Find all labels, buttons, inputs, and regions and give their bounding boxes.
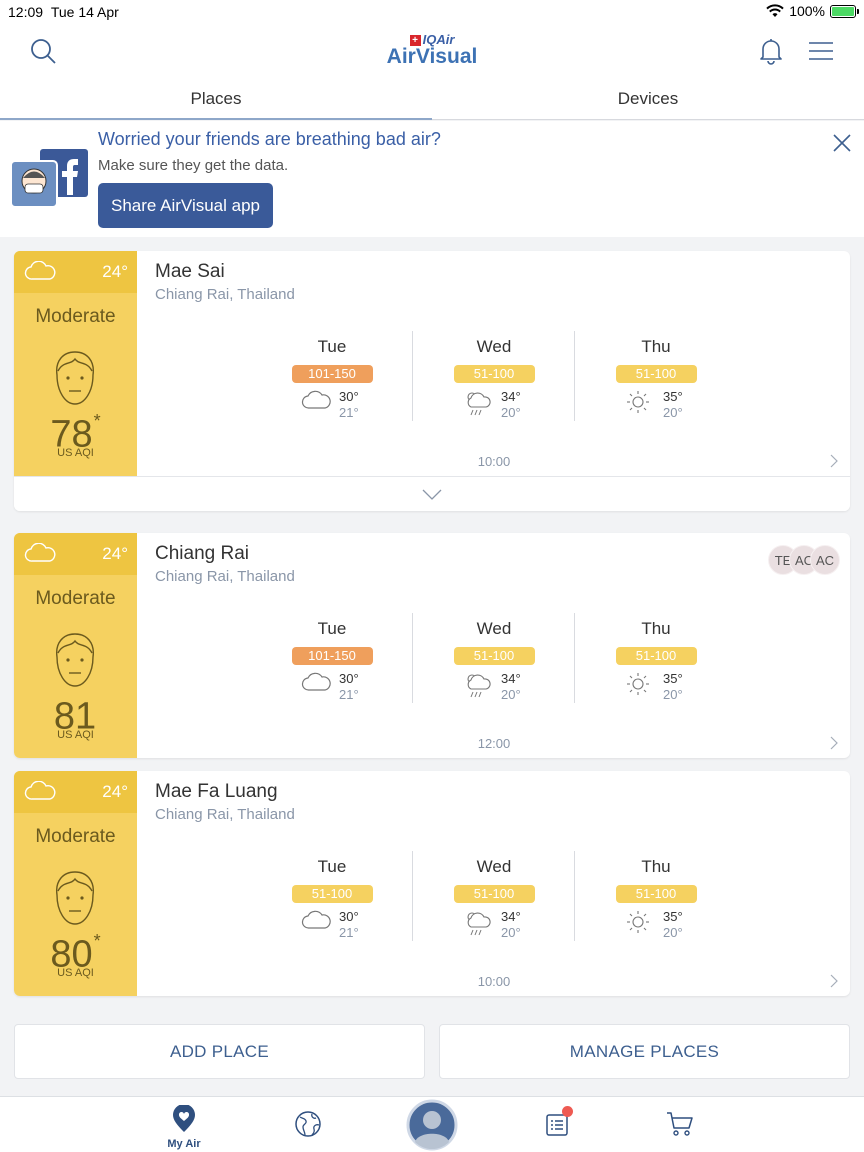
share-app-button[interactable]: Share AirVisual app xyxy=(98,183,273,228)
forecast-day: Wed 51-100 34° 20° xyxy=(413,613,575,703)
aqi-panel: 24° Moderate 78* US AQI xyxy=(14,251,137,476)
globe-icon xyxy=(295,1111,321,1137)
chevron-right-icon[interactable] xyxy=(830,974,838,988)
region-name: Chiang Rai, Thailand xyxy=(155,806,295,823)
heart-pin-icon xyxy=(173,1104,195,1132)
aqi-unit: US AQI xyxy=(57,729,94,741)
chevron-right-icon[interactable] xyxy=(830,454,838,468)
aqi-panel: 24° Moderate 81 US AQI xyxy=(14,533,137,758)
cloud-icon xyxy=(24,781,56,800)
rain-icon xyxy=(467,674,491,698)
aqi-level: Moderate xyxy=(35,588,116,609)
aqi-unit: US AQI xyxy=(57,967,94,979)
battery-percent: 100% xyxy=(789,3,825,19)
sun-icon xyxy=(627,391,649,413)
aqi-level: Moderate xyxy=(35,826,116,847)
forecast-day: Thu 51-100 35° 20° xyxy=(575,613,737,703)
close-icon[interactable] xyxy=(830,131,854,155)
place-card[interactable]: 24° Moderate 81 US AQI Chiang Rai Chiang… xyxy=(14,533,850,758)
city-name: Chiang Rai xyxy=(155,543,249,564)
app-header: + IQAir AirVisual xyxy=(0,24,864,80)
aqi-range-pill: 51-100 xyxy=(615,885,697,903)
update-time: 10:00 xyxy=(477,974,511,989)
forecast-day: Wed 51-100 34° 20° xyxy=(413,331,575,421)
banner-title: Worried your friends are breathing bad a… xyxy=(98,129,441,149)
tab-bar-top: Places Devices xyxy=(0,80,864,120)
tab-my-air[interactable]: My Air xyxy=(156,1104,212,1150)
aqi-level: Moderate xyxy=(35,306,116,327)
aqi-panel: 24° Moderate 80* US AQI xyxy=(14,771,137,996)
tab-places[interactable]: Places xyxy=(0,80,432,120)
sun-icon xyxy=(627,673,649,695)
face-icon xyxy=(56,633,94,687)
forecast-day: Wed 51-100 34° 20° xyxy=(413,851,575,941)
battery-icon xyxy=(830,4,859,18)
menu-icon[interactable] xyxy=(806,36,836,66)
cloud-icon xyxy=(301,910,331,929)
contributor-badges[interactable]: TE AC AC xyxy=(768,545,840,575)
status-time: 12:09 Tue 14 Apr xyxy=(8,4,119,20)
cloud-icon xyxy=(301,390,331,409)
share-banner: Worried your friends are breathing bad a… xyxy=(0,121,864,237)
chevron-right-icon[interactable] xyxy=(830,736,838,750)
status-bar: 12:09 Tue 14 Apr 100% xyxy=(0,0,864,24)
rain-icon xyxy=(467,912,491,936)
place-card[interactable]: 24° Moderate 80* US AQI Mae Fa Luang Chi… xyxy=(14,771,850,996)
current-temp: 24° xyxy=(102,544,128,563)
wifi-icon xyxy=(766,4,784,17)
sun-icon xyxy=(627,911,649,933)
forecast-day: Thu 51-100 35° 20° xyxy=(575,851,737,941)
aqi-range-pill: 51-100 xyxy=(615,365,697,383)
forecast-day: Tue 101-150 30° 21° xyxy=(251,331,413,421)
tab-profile[interactable] xyxy=(406,1099,458,1151)
notification-dot xyxy=(562,1106,573,1117)
manage-places-button[interactable]: MANAGE PLACES xyxy=(439,1024,850,1079)
place-card[interactable]: 24° Moderate 78* US AQI Mae Sai Chiang R… xyxy=(14,251,850,511)
expand-bar[interactable] xyxy=(14,476,850,511)
bell-icon[interactable] xyxy=(756,36,786,66)
brand-airvisual: AirVisual xyxy=(386,45,478,68)
region-name: Chiang Rai, Thailand xyxy=(155,568,295,585)
tab-devices[interactable]: Devices xyxy=(432,80,864,119)
tab-world-map[interactable] xyxy=(293,1110,323,1143)
aqi-range-pill: 51-100 xyxy=(291,885,373,903)
city-name: Mae Sai xyxy=(155,261,225,282)
bottom-tab-bar: My Air xyxy=(0,1096,864,1152)
aqi-range-pill: 51-100 xyxy=(615,647,697,665)
city-name: Mae Fa Luang xyxy=(155,781,278,802)
aqi-range-pill: 101-150 xyxy=(291,647,373,665)
aqi-unit: US AQI xyxy=(57,447,94,459)
forecast-day: Thu 51-100 35° 20° xyxy=(575,331,737,421)
aqi-range-pill: 51-100 xyxy=(453,365,535,383)
badge-ac: AC xyxy=(810,545,840,575)
add-place-button[interactable]: ADD PLACE xyxy=(14,1024,425,1079)
cloud-icon xyxy=(24,261,56,280)
current-temp: 24° xyxy=(102,262,128,281)
avatar-icon xyxy=(406,1099,458,1151)
forecast-day: Tue 101-150 30° 21° xyxy=(251,613,413,703)
region-name: Chiang Rai, Thailand xyxy=(155,286,295,303)
update-time: 10:00 xyxy=(477,454,511,469)
status-right: 100% xyxy=(766,3,859,19)
cloud-icon xyxy=(301,672,331,691)
current-temp: 24° xyxy=(102,782,128,801)
tab-shop[interactable] xyxy=(665,1111,695,1142)
update-time: 12:00 xyxy=(477,736,511,751)
app-logo: + IQAir AirVisual xyxy=(0,32,864,67)
forecast-day: Tue 51-100 30° 21° xyxy=(251,851,413,941)
face-icon xyxy=(56,351,94,405)
rain-icon xyxy=(467,392,491,416)
face-icon xyxy=(56,871,94,925)
cloud-icon xyxy=(24,543,56,562)
cart-icon xyxy=(667,1112,693,1136)
aqi-range-pill: 101-150 xyxy=(291,365,373,383)
aqi-range-pill: 51-100 xyxy=(453,647,535,665)
share-illustration-icon xyxy=(10,149,88,208)
aqi-range-pill: 51-100 xyxy=(453,885,535,903)
tab-news[interactable] xyxy=(542,1106,573,1142)
banner-subtitle: Make sure they get the data. xyxy=(98,157,289,174)
chevron-down-icon[interactable] xyxy=(422,489,442,501)
